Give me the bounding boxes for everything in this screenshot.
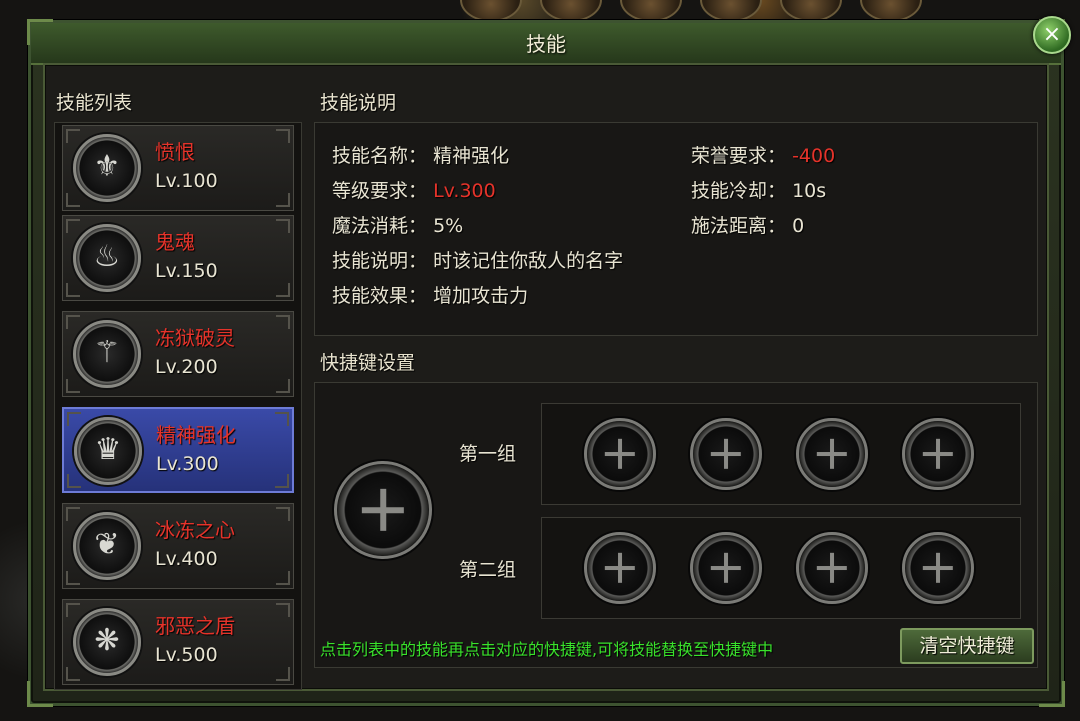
skill-emblem-icon: ⚜ <box>73 134 141 202</box>
honor-req-row: 荣誉要求： -400 <box>691 141 835 168</box>
top-icon <box>620 0 682 22</box>
top-icon <box>700 0 762 22</box>
group1-label: 第一组 <box>459 443 517 465</box>
group2-slot-1[interactable] <box>584 532 656 604</box>
window-title: 技能 <box>526 32 566 56</box>
mana-cost-row: 魔法消耗： 5% <box>332 211 463 238</box>
hotkey-group-1 <box>541 403 1021 505</box>
group2-slot-3[interactable] <box>796 532 868 604</box>
skill-name: 愤恨 <box>155 140 195 164</box>
title-bar: 技能 <box>31 23 1061 65</box>
range-label: 施法距离： <box>691 215 787 237</box>
skill-emblem-icon: ❦ <box>73 512 141 580</box>
group1-slot-3[interactable] <box>796 418 868 490</box>
group2-label: 第二组 <box>459 559 517 581</box>
frame-corner <box>27 681 53 707</box>
hotkey-hint: 点击列表中的技能再点击对应的快捷键,可将技能替换至快捷键中 <box>320 640 774 659</box>
top-icon <box>460 0 522 22</box>
skill-level: Lv.300 <box>156 453 219 475</box>
top-icon <box>540 0 602 22</box>
skill-item-bingdongzhixin[interactable]: ❦ 冰冻之心 Lv.400 <box>62 503 294 589</box>
skill-emblem-icon: ♛ <box>74 417 142 485</box>
level-req-value: Lv.300 <box>433 180 496 202</box>
main-hotkey-slot[interactable] <box>334 461 432 559</box>
close-button[interactable]: × <box>1033 16 1071 54</box>
skill-item-xiezhidun[interactable]: ❋ 邪恶之盾 Lv.500 <box>62 599 294 685</box>
skill-item-jingshenqianghua[interactable]: ♛ 精神强化 Lv.300 <box>62 407 294 493</box>
frame-corner <box>27 19 53 45</box>
level-req-label: 等级要求： <box>332 180 428 202</box>
effect-label: 技能效果： <box>332 285 428 307</box>
honor-req-value: -400 <box>792 145 836 167</box>
skill-level: Lv.500 <box>155 644 218 666</box>
skill-name: 邪恶之盾 <box>155 614 235 638</box>
close-icon: × <box>1042 22 1062 47</box>
group2-slot-4[interactable] <box>902 532 974 604</box>
skill-emblem-icon: ♨ <box>73 224 141 292</box>
skill-item-guihun[interactable]: ♨ 鬼魂 Lv.150 <box>62 215 294 301</box>
cooldown-row: 技能冷却： 10s <box>691 176 826 203</box>
skill-description-panel: 技能名称： 精神强化 等级要求： Lv.300 魔法消耗： 5% 技能说明： 时… <box>314 122 1038 336</box>
desc-label: 技能说明： <box>332 250 428 272</box>
skill-level: Lv.400 <box>155 548 218 570</box>
desc-value: 时该记住你敌人的名字 <box>433 250 624 272</box>
cooldown-label: 技能冷却： <box>691 180 787 202</box>
group1-slot-2[interactable] <box>690 418 762 490</box>
skill-level: Lv.150 <box>155 260 218 282</box>
group2-slot-2[interactable] <box>690 532 762 604</box>
hotkey-group-2 <box>541 517 1021 619</box>
top-skill-bar <box>460 0 922 22</box>
group1-slot-1[interactable] <box>584 418 656 490</box>
skill-name-value: 精神强化 <box>433 145 510 167</box>
range-value: 0 <box>792 215 805 237</box>
skill-name-row: 技能名称： 精神强化 <box>332 141 509 168</box>
mana-cost-value: 5% <box>433 215 464 237</box>
skill-name-label: 技能名称： <box>332 145 428 167</box>
skill-name: 鬼魂 <box>155 230 195 254</box>
skill-level: Lv.200 <box>155 356 218 378</box>
desc-row: 技能说明： 时该记住你敌人的名字 <box>332 246 623 273</box>
group1-slot-4[interactable] <box>902 418 974 490</box>
effect-value: 增加攻击力 <box>433 285 529 307</box>
description-title: 技能说明 <box>320 92 397 114</box>
honor-req-label: 荣誉要求： <box>691 145 787 167</box>
hotkey-title: 快捷键设置 <box>320 352 416 374</box>
mana-cost-label: 魔法消耗： <box>332 215 428 237</box>
range-row: 施法距离： 0 <box>691 211 804 238</box>
skill-emblem-icon: ⚚ <box>73 320 141 388</box>
cooldown-value: 10s <box>792 180 827 202</box>
top-icon <box>780 0 842 22</box>
frame-corner <box>1039 681 1065 707</box>
skill-emblem-icon: ❋ <box>73 608 141 676</box>
hotkey-panel: 第一组 第二组 <box>314 382 1038 668</box>
level-req-row: 等级要求： Lv.300 <box>332 176 496 203</box>
top-icon <box>860 0 922 22</box>
skill-level: Lv.100 <box>155 170 218 192</box>
skill-list-title: 技能列表 <box>56 92 133 114</box>
skill-name: 冰冻之心 <box>155 518 235 542</box>
skill-list[interactable]: ⚜ 愤恨 Lv.100 ♨ 鬼魂 Lv.150 ⚚ 冻狱破灵 Lv.200 ♛ … <box>54 122 302 690</box>
clear-hotkeys-button[interactable]: 清空快捷键 <box>900 628 1034 664</box>
skill-name: 精神强化 <box>156 423 236 447</box>
skill-item-dongyupoling[interactable]: ⚚ 冻狱破灵 Lv.200 <box>62 311 294 397</box>
skill-item-fenhen[interactable]: ⚜ 愤恨 Lv.100 <box>62 125 294 211</box>
effect-row: 技能效果： 增加攻击力 <box>332 281 528 308</box>
skill-name: 冻狱破灵 <box>155 326 235 350</box>
